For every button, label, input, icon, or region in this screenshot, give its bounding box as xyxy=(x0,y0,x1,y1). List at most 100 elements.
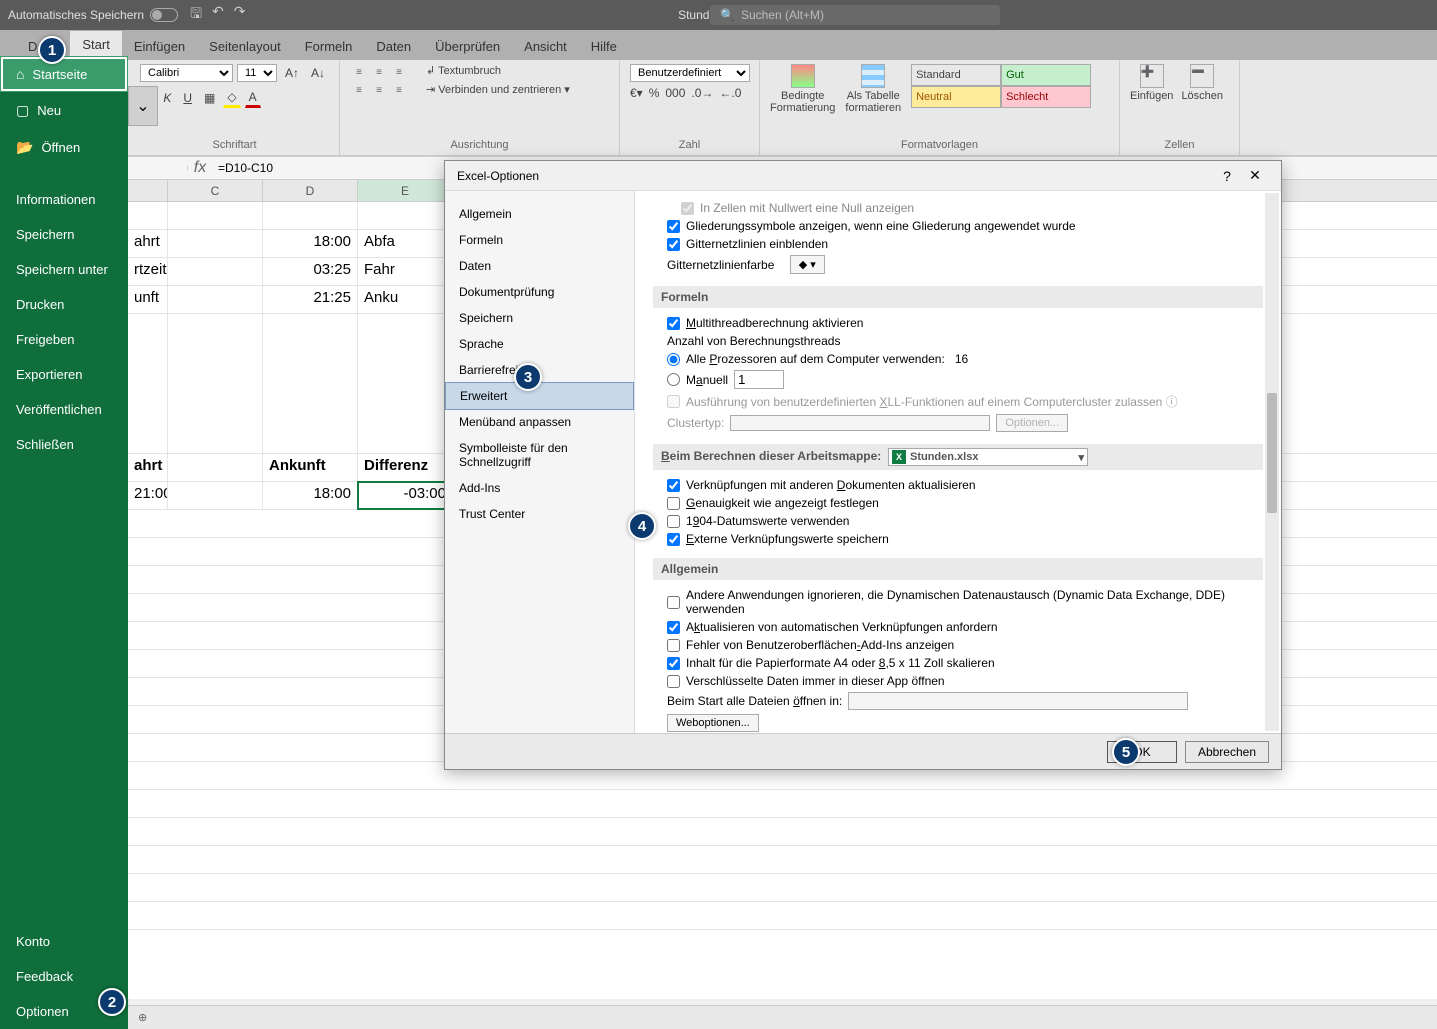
italic-icon[interactable]: K xyxy=(159,89,175,107)
bs-schliessen[interactable]: Schließen xyxy=(0,427,128,462)
bs-speichern[interactable]: Speichern xyxy=(0,217,128,252)
col-e[interactable]: E xyxy=(358,180,453,201)
cancel-button[interactable]: Abbrechen xyxy=(1185,741,1269,763)
align-top-icon[interactable]: ≡ xyxy=(350,64,368,80)
delete-cells-button[interactable]: ➖Löschen xyxy=(1181,64,1223,102)
align-right-icon[interactable]: ≡ xyxy=(390,82,408,98)
new-sheet-icon[interactable]: ⊕ xyxy=(138,1011,147,1024)
currency-icon[interactable]: €▾ xyxy=(630,86,643,100)
nav-trust[interactable]: Trust Center xyxy=(445,501,634,527)
fill-color-icon[interactable]: ◇ xyxy=(223,88,240,108)
name-box[interactable] xyxy=(128,166,188,170)
format-as-table-button[interactable]: Als Tabelle formatieren xyxy=(845,64,901,114)
chk-zero[interactable] xyxy=(681,202,694,215)
align-mid-icon[interactable]: ≡ xyxy=(370,64,388,80)
inc-decimal-icon[interactable]: .0→ xyxy=(691,86,713,100)
chk-autolinks-ask[interactable] xyxy=(667,621,680,634)
nav-formeln[interactable]: Formeln xyxy=(445,227,634,253)
style-standard[interactable]: Standard xyxy=(911,64,1001,86)
chk-1904-dates[interactable] xyxy=(667,515,680,528)
nav-allgemein[interactable]: Allgemein xyxy=(445,201,634,227)
font-name-select[interactable]: Calibri xyxy=(140,64,233,82)
redo-icon[interactable]: ↷ xyxy=(234,3,246,27)
bs-startseite[interactable]: ⌂Startseite xyxy=(0,56,128,92)
tab-ueberpruefen[interactable]: Überprüfen xyxy=(423,33,512,60)
col-c[interactable]: C xyxy=(168,180,263,201)
nav-menueband[interactable]: Menüband anpassen xyxy=(445,409,634,435)
bs-freigeben[interactable]: Freigeben xyxy=(0,322,128,357)
tab-ansicht[interactable]: Ansicht xyxy=(512,33,579,60)
bs-neu[interactable]: ▢Neu xyxy=(0,92,128,129)
nav-speichern[interactable]: Speichern xyxy=(445,305,634,331)
bs-konto[interactable]: Konto xyxy=(0,924,128,959)
save-icon[interactable]: 🖫 xyxy=(190,3,202,27)
help-button[interactable]: ? xyxy=(1213,168,1241,184)
close-button[interactable]: ✕ xyxy=(1241,167,1269,184)
percent-icon[interactable]: % xyxy=(649,86,660,100)
chk-update-links[interactable] xyxy=(667,479,680,492)
toggle-switch-icon[interactable] xyxy=(150,8,178,22)
bs-drucken[interactable]: Drucken xyxy=(0,287,128,322)
tab-hilfe[interactable]: Hilfe xyxy=(579,33,629,60)
align-center-icon[interactable]: ≡ xyxy=(370,82,388,98)
dialog-content[interactable]: In Zellen mit Nullwert eine Null anzeige… xyxy=(635,191,1281,733)
underline-icon[interactable]: U xyxy=(179,89,196,107)
nav-sprache[interactable]: Sprache xyxy=(445,331,634,357)
tab-formeln[interactable]: Formeln xyxy=(293,33,365,60)
bs-exportieren[interactable]: Exportieren xyxy=(0,357,128,392)
merge-center-button[interactable]: ⇥ Verbinden und zentrieren ▾ xyxy=(426,83,570,96)
align-left-icon[interactable]: ≡ xyxy=(350,82,368,98)
comma-icon[interactable]: 000 xyxy=(665,86,685,100)
nav-dokumentpruefung[interactable]: Dokumentprüfung xyxy=(445,279,634,305)
insert-cells-button[interactable]: ➕Einfügen xyxy=(1130,64,1173,102)
tab-daten[interactable]: Daten xyxy=(364,33,423,60)
dialog-scrollbar[interactable] xyxy=(1265,193,1279,731)
align-bot-icon[interactable]: ≡ xyxy=(390,64,408,80)
chk-precision[interactable] xyxy=(667,497,680,510)
style-gut[interactable]: Gut xyxy=(1001,64,1091,86)
nav-erweitert[interactable]: Erweitert xyxy=(445,382,634,410)
fx-icon[interactable]: fx xyxy=(188,159,212,177)
select-all-corner[interactable] xyxy=(128,180,168,201)
radio-manual-threads[interactable] xyxy=(667,373,680,386)
chk-addin-errors[interactable] xyxy=(667,639,680,652)
chk-dde[interactable] xyxy=(667,596,680,609)
chk-gridlines[interactable] xyxy=(667,238,680,251)
bs-informationen[interactable]: Informationen xyxy=(0,182,128,217)
web-options-button[interactable]: Weboptionen... xyxy=(667,714,759,732)
number-format-select[interactable]: Benutzerdefiniert xyxy=(630,64,750,82)
nav-daten[interactable]: Daten xyxy=(445,253,634,279)
radio-all-cpu[interactable] xyxy=(667,353,680,366)
gridline-color-picker[interactable]: ◆ ▾ xyxy=(790,255,825,274)
nav-symbolleiste[interactable]: Symbolleiste für den Schnellzugriff xyxy=(445,435,634,475)
nav-addins[interactable]: Add-Ins xyxy=(445,475,634,501)
startup-folder-input[interactable] xyxy=(848,692,1188,710)
bs-veroeffentlichen[interactable]: Veröffentlichen xyxy=(0,392,128,427)
chk-scale-paper[interactable] xyxy=(667,657,680,670)
chk-encrypted[interactable] xyxy=(667,675,680,688)
undo-icon[interactable]: ↶ xyxy=(212,3,224,27)
tab-seitenlayout[interactable]: Seitenlayout xyxy=(197,33,293,60)
search-box[interactable]: 🔍 Suchen (Alt+M) xyxy=(710,5,1000,25)
font-size-select[interactable]: 11 xyxy=(237,64,277,82)
bs-oeffnen[interactable]: 📂Öffnen xyxy=(0,129,128,166)
collapse-handle[interactable]: ⌄ xyxy=(128,86,158,126)
decrease-font-icon[interactable]: A↓ xyxy=(307,64,329,82)
dec-decimal-icon[interactable]: ←.0 xyxy=(719,86,741,100)
workbook-select[interactable]: XStunden.xlsx▾ xyxy=(888,448,1088,466)
conditional-formatting-button[interactable]: Bedingte Formatierung xyxy=(770,64,835,114)
increase-font-icon[interactable]: A↑ xyxy=(281,64,303,82)
wrap-text-button[interactable]: ↲ Textumbruch xyxy=(426,64,570,77)
tab-einfuegen[interactable]: Einfügen xyxy=(122,33,197,60)
autosave-toggle[interactable]: Automatisches Speichern xyxy=(8,8,178,22)
bs-speichern-unter[interactable]: Speichern unter xyxy=(0,252,128,287)
chk-multithread[interactable] xyxy=(667,317,680,330)
style-schlecht[interactable]: Schlecht xyxy=(1001,86,1091,108)
font-color-icon[interactable]: A xyxy=(245,88,261,108)
border-icon[interactable]: ▦ xyxy=(200,89,219,107)
chk-outline-symbols[interactable] xyxy=(667,220,680,233)
manual-threads-input[interactable] xyxy=(734,370,784,389)
chk-save-ext-links[interactable] xyxy=(667,533,680,546)
style-neutral[interactable]: Neutral xyxy=(911,86,1001,108)
col-d[interactable]: D xyxy=(263,180,358,201)
